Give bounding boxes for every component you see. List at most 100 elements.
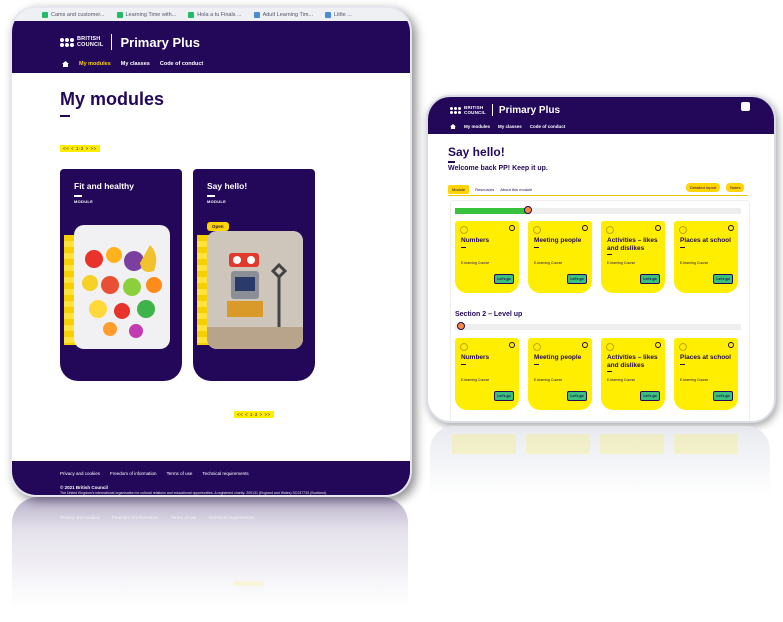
title-underline <box>448 161 455 163</box>
lesson-card-activities[interactable]: Activities – likes and dislikes E-learni… <box>601 221 665 293</box>
footer-link-terms[interactable]: Terms of use <box>167 471 193 476</box>
tab-about[interactable]: About this module <box>500 187 532 192</box>
open-button[interactable]: Open <box>207 222 229 231</box>
user-avatar-icon[interactable] <box>741 102 750 111</box>
reflection-card <box>600 434 664 454</box>
lets-go-button[interactable]: Let's go <box>640 274 660 284</box>
browser-tab[interactable]: Learning Time with... <box>116 11 176 18</box>
info-icon[interactable] <box>728 225 734 231</box>
british-council-logo[interactable]: BRITISH COUNCIL Primary Plus <box>60 34 200 50</box>
lets-go-button[interactable]: Let's go <box>713 391 733 401</box>
tab-module[interactable]: Module <box>448 185 470 194</box>
site-header: BRITISH COUNCIL Primary Plus My modules … <box>12 21 410 73</box>
footer-link-technical[interactable]: Technical requirements <box>202 471 248 476</box>
say-hello-window: BRITISH COUNCIL Primary Plus My modules … <box>426 95 776 423</box>
info-icon[interactable] <box>509 342 515 348</box>
browser-tab-strip: Cams and customer... Learning Time with.… <box>12 8 410 21</box>
module-card-fit-and-healthy[interactable]: Fit and healthy MODULE <box>60 169 182 381</box>
lesson-title: Meeting people <box>534 354 582 361</box>
info-icon[interactable] <box>582 342 588 348</box>
detailed-report-button[interactable]: Detailed report <box>686 183 721 192</box>
pagination-top[interactable]: << < 1-2 > >> <box>60 145 100 152</box>
brand-line-2: COUNCIL <box>77 42 104 48</box>
lets-go-button[interactable]: Let's go <box>567 391 587 401</box>
lesson-title: Places at school <box>680 354 731 361</box>
logo-dots-icon <box>450 106 461 114</box>
status-circle-icon <box>606 226 614 234</box>
lesson-type: E-learning Course <box>534 261 563 265</box>
nav-code-of-conduct[interactable]: Code of conduct <box>160 61 203 67</box>
module-card-say-hello[interactable]: Say hello! MODULE Open <box>193 169 315 381</box>
lesson-type: E-learning Course <box>461 261 490 265</box>
status-circle-icon <box>460 343 468 351</box>
info-icon[interactable] <box>509 225 515 231</box>
fruit-image <box>74 225 170 349</box>
module-card-type: MODULE <box>207 199 227 204</box>
footer-link-foi[interactable]: Freedom of information <box>110 471 157 476</box>
tab-resources[interactable]: Resources <box>475 187 494 192</box>
section-2-progress <box>455 322 741 330</box>
lesson-title: Numbers <box>461 237 490 244</box>
product-name: Primary Plus <box>120 34 200 50</box>
nav-my-classes[interactable]: My classes <box>498 124 522 129</box>
site-footer: Privacy and cookies Freedom of informati… <box>12 461 410 495</box>
nav-my-classes[interactable]: My classes <box>121 61 150 67</box>
info-icon[interactable] <box>655 225 661 231</box>
welcome-message: Welcome back PP! Keep it up. <box>448 165 548 172</box>
favicon-icon <box>188 11 195 18</box>
card-underline <box>207 195 215 197</box>
lesson-card-numbers[interactable]: Numbers E-learning Course Let's go <box>455 221 519 293</box>
lets-go-button[interactable]: Let's go <box>494 274 514 284</box>
page-title: My modules <box>60 89 165 109</box>
home-icon[interactable] <box>450 124 456 129</box>
status-circle-icon <box>679 226 687 234</box>
progress-fill <box>455 208 527 214</box>
info-icon[interactable] <box>655 342 661 348</box>
lesson-type: E-learning Course <box>534 378 563 382</box>
progress-marker-icon <box>457 322 465 330</box>
lets-go-button[interactable]: Let's go <box>494 391 514 401</box>
browser-tab[interactable]: Little ... <box>325 11 352 18</box>
home-icon[interactable] <box>62 61 69 67</box>
footer-link-privacy[interactable]: Privacy and cookies <box>60 471 100 476</box>
browser-tab[interactable]: Adult Learning Tim... <box>253 11 313 18</box>
robot-image <box>207 231 303 349</box>
lesson-type: E-learning Course <box>607 378 636 382</box>
lets-go-button[interactable]: Let's go <box>567 274 587 284</box>
lesson-title: Places at school <box>680 237 731 244</box>
lets-go-button[interactable]: Let's go <box>640 391 660 401</box>
card-underline <box>74 195 82 197</box>
reflection-link: Technical requirements <box>208 515 255 520</box>
page-title: Say hello! <box>448 145 505 159</box>
lesson-card-places-at-school[interactable]: Places at school E-learning Course Let's… <box>674 221 738 293</box>
reflection-link: Terms of use <box>170 515 197 520</box>
logo-dots-icon <box>60 37 74 47</box>
lets-go-button[interactable]: Let's go <box>713 274 733 284</box>
reflection-card <box>674 434 738 454</box>
lesson-title: Activities – likes and dislikes <box>607 237 658 252</box>
lesson-card-places-at-school[interactable]: Places at school E-learning Course Let's… <box>674 338 738 410</box>
legal-text: The United Kingdom's international organ… <box>60 491 327 495</box>
lesson-card-numbers[interactable]: Numbers E-learning Course Let's go <box>455 338 519 410</box>
lesson-card-meeting-people[interactable]: Meeting people E-learning Course Let's g… <box>528 221 592 293</box>
logo-divider <box>111 34 113 50</box>
nav-my-modules[interactable]: My modules <box>79 61 111 67</box>
logo-divider <box>491 104 493 116</box>
status-circle-icon <box>460 226 468 234</box>
notes-button[interactable]: Notes <box>726 183 745 192</box>
reflection-card <box>452 434 516 454</box>
info-icon[interactable] <box>582 225 588 231</box>
site-header: BRITISH COUNCIL Primary Plus My modules … <box>428 97 774 134</box>
status-circle-icon <box>679 343 687 351</box>
browser-tab[interactable]: Hola a tu Finals ... <box>188 11 242 18</box>
pagination-bottom[interactable]: << < 1-2 > >> <box>234 411 274 418</box>
section-1-progress <box>455 206 741 214</box>
lesson-type: E-learning Course <box>607 261 636 265</box>
info-icon[interactable] <box>728 342 734 348</box>
british-council-logo[interactable]: BRITISH COUNCIL Primary Plus <box>450 104 560 116</box>
browser-tab[interactable]: Cams and customer... <box>42 11 105 18</box>
nav-my-modules[interactable]: My modules <box>464 124 490 129</box>
lesson-card-meeting-people[interactable]: Meeting people E-learning Course Let's g… <box>528 338 592 410</box>
lesson-card-activities[interactable]: Activities – likes and dislikes E-learni… <box>601 338 665 410</box>
nav-code-of-conduct[interactable]: Code of conduct <box>530 124 566 129</box>
